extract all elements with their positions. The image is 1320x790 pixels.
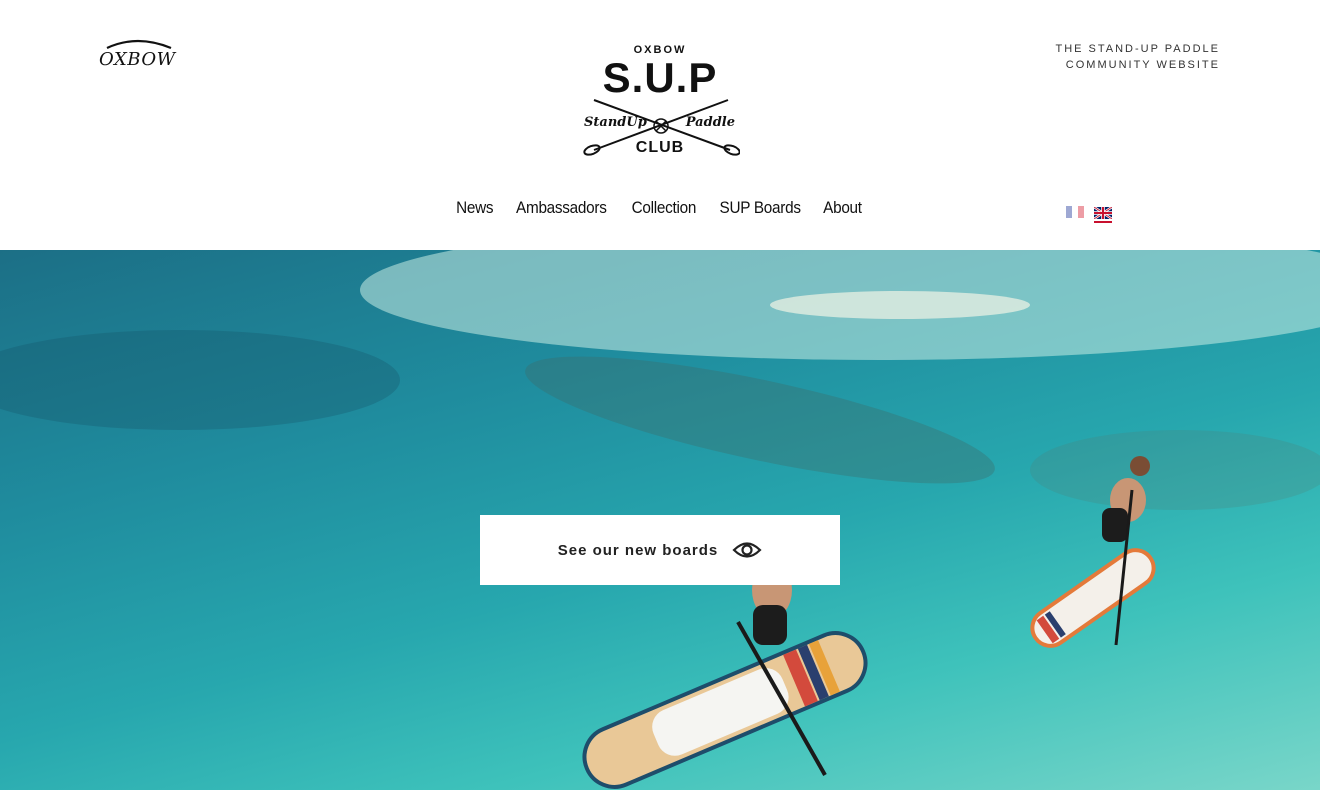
site-tagline: THE STAND-UP PADDLE COMMUNITY WEBSITE	[1055, 41, 1220, 73]
nav-item-about[interactable]: About	[824, 198, 863, 218]
language-switcher	[1066, 206, 1113, 223]
tagline-line-1: THE STAND-UP PADDLE	[1055, 43, 1220, 55]
nav-item-ambassadors[interactable]: Ambassadors	[516, 198, 607, 218]
uk-flag-graphic	[1093, 206, 1113, 220]
logo-standup-text: StandUp	[584, 115, 647, 130]
oxbow-logo[interactable]: OXBOW	[99, 38, 175, 74]
oxbow-logo-text: OXBOW	[99, 49, 176, 70]
french-flag-icon[interactable]	[1066, 206, 1084, 218]
logo-club-text: CLUB	[635, 139, 685, 156]
main-nav: News Ambassadors Collection SUP Boards A…	[0, 198, 1320, 218]
site-header: OXBOW OXBOW S.U.P StandUp Paddle CLUB TH…	[0, 0, 1320, 250]
logo-sup-text: S.U.P	[602, 54, 718, 101]
cta-label: See our new boards	[557, 541, 719, 559]
tagline-line-2: COMMUNITY WEBSITE	[1065, 59, 1220, 71]
nav-item-news[interactable]: News	[456, 198, 493, 218]
nav-item-collection[interactable]: Collection	[631, 198, 696, 218]
sup-club-logo[interactable]: OXBOW S.U.P StandUp Paddle CLUB	[580, 38, 740, 163]
logo-paddle-text: Paddle	[685, 115, 735, 130]
eye-icon	[732, 542, 762, 558]
nav-item-sup-boards[interactable]: SUP Boards	[720, 198, 801, 218]
uk-flag-icon[interactable]	[1093, 206, 1113, 223]
see-new-boards-button[interactable]: See our new boards	[480, 515, 840, 585]
